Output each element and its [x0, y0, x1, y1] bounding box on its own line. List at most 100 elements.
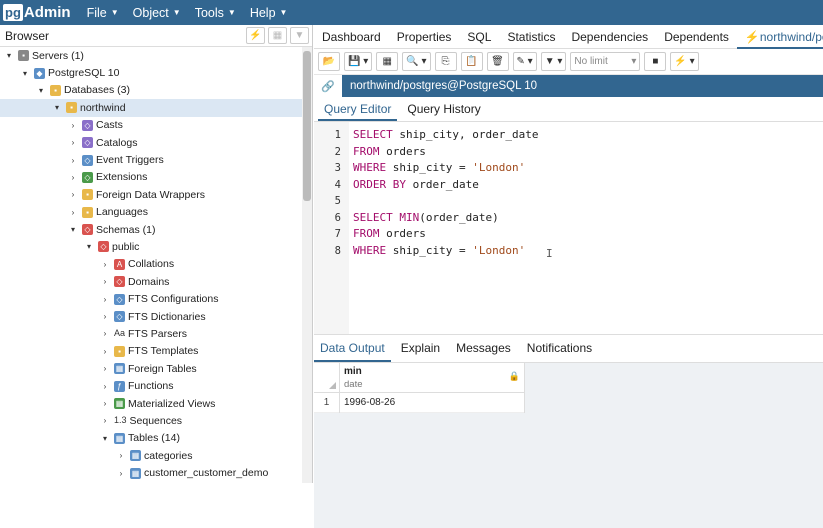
tree-item[interactable]: › ▦ categories: [0, 447, 312, 464]
chevron-right-icon[interactable]: ›: [100, 347, 110, 356]
execute-button[interactable]: ⚡ ▾: [670, 52, 699, 71]
find-button[interactable]: 🔍 ▾: [402, 52, 431, 71]
tree-item[interactable]: › ▦ Materialized Views: [0, 395, 312, 412]
chevron-right-icon[interactable]: ›: [68, 173, 78, 182]
cell-value[interactable]: 1996-08-26: [340, 397, 395, 408]
save-file-button[interactable]: 💾 ▾: [344, 52, 373, 71]
tree-item[interactable]: › ◇ Extensions: [0, 169, 312, 186]
tree-item[interactable]: › ◇ FTS Dictionaries: [0, 308, 312, 325]
tree-item[interactable]: › ◇ Casts: [0, 117, 312, 134]
chevron-right-icon[interactable]: ›: [100, 399, 110, 408]
chevron-right-icon[interactable]: ›: [100, 382, 110, 391]
chevron-down-icon[interactable]: ▾: [20, 69, 30, 78]
chevron-down-icon[interactable]: ▾: [84, 242, 94, 251]
chevron-right-icon[interactable]: ›: [68, 190, 78, 199]
code-line[interactable]: WHERE ship_city = 'London': [353, 160, 538, 177]
filter-rows-button[interactable]: ▼ ▾: [540, 52, 567, 71]
chevron-right-icon[interactable]: ›: [116, 469, 126, 478]
tree-item[interactable]: › ◇ Domains: [0, 273, 312, 290]
tree-item[interactable]: › ƒ Functions: [0, 377, 312, 394]
tab-dependents[interactable]: Dependents: [656, 25, 737, 49]
tab-sql[interactable]: SQL: [459, 25, 499, 49]
menu-file[interactable]: File ▼: [87, 6, 119, 20]
code-line[interactable]: ORDER BY order_date: [353, 177, 538, 194]
chevron-right-icon[interactable]: ›: [100, 312, 110, 321]
filter-button[interactable]: ▼: [290, 27, 309, 44]
query-tool-button[interactable]: ⚡: [246, 27, 265, 44]
chevron-right-icon[interactable]: ›: [100, 416, 110, 425]
chevron-down-icon[interactable]: ▾: [100, 434, 110, 443]
code-line[interactable]: [353, 193, 538, 210]
chevron-down-icon[interactable]: ▾: [52, 103, 62, 112]
sql-editor[interactable]: 12345678 SELECT ship_city, order_date FRO…: [314, 122, 823, 335]
menu-help[interactable]: Help ▼: [250, 6, 288, 20]
tree-item[interactable]: ▾ ◆ PostgreSQL 10: [0, 64, 312, 81]
tab-query-editor[interactable]: Query Editor: [318, 97, 398, 121]
browser-scrollbar[interactable]: [302, 47, 312, 483]
tree-item[interactable]: ▾ ▪ Databases (3): [0, 82, 312, 99]
tree-item[interactable]: › ▦ customer_customer_demo: [0, 464, 312, 481]
chevron-right-icon[interactable]: ›: [116, 451, 126, 460]
tab-data-output[interactable]: Data Output: [314, 335, 391, 362]
limit-select[interactable]: No limit ▾: [570, 52, 641, 71]
chevron-right-icon[interactable]: ›: [100, 329, 110, 338]
code-line[interactable]: FROM orders: [353, 144, 538, 161]
tree-item[interactable]: › ◇ Catalogs: [0, 134, 312, 151]
paste-button[interactable]: 📋: [460, 52, 483, 71]
stop-button[interactable]: ■: [644, 52, 667, 71]
pgadmin-logo[interactable]: pg Admin: [3, 0, 71, 25]
tree-item[interactable]: › Aa FTS Parsers: [0, 325, 312, 342]
tree-item[interactable]: › A Collations: [0, 256, 312, 273]
tab-dependencies[interactable]: Dependencies: [563, 25, 656, 49]
chevron-right-icon[interactable]: ›: [68, 208, 78, 217]
tree-item[interactable]: ▾ ◇ Schemas (1): [0, 221, 312, 238]
tab-statistics[interactable]: Statistics: [499, 25, 563, 49]
copy-button[interactable]: ⎘: [434, 52, 457, 71]
edit-button[interactable]: ✎ ▾: [512, 52, 537, 71]
code-line[interactable]: FROM orders: [353, 226, 538, 243]
select-all-cell[interactable]: [314, 363, 340, 392]
chevron-down-icon[interactable]: ▾: [36, 86, 46, 95]
view-data-button[interactable]: ▦: [268, 27, 287, 44]
tree-item[interactable]: › ▪ Foreign Data Wrappers: [0, 186, 312, 203]
tab-explain[interactable]: Explain: [395, 335, 446, 362]
tab-query-tool[interactable]: ⚡northwind/postgr: [736, 25, 823, 49]
menu-object[interactable]: Object ▼: [133, 6, 181, 20]
tree-item[interactable]: ▾ ◇ public: [0, 238, 312, 255]
tree-item[interactable]: › ▦ Foreign Tables: [0, 360, 312, 377]
delete-button[interactable]: 🗑: [486, 52, 509, 71]
tab-messages[interactable]: Messages: [450, 335, 517, 362]
tree-item[interactable]: › ◇ FTS Configurations: [0, 290, 312, 307]
chevron-right-icon[interactable]: ›: [68, 156, 78, 165]
tab-query-history[interactable]: Query History: [401, 97, 486, 121]
tree-item[interactable]: ▾ ▪ northwind: [0, 99, 312, 117]
table-row[interactable]: 1 1996-08-26: [314, 392, 524, 413]
chevron-right-icon[interactable]: ›: [100, 277, 110, 286]
grid-button[interactable]: ▦: [376, 52, 399, 71]
open-file-button[interactable]: 📂: [318, 52, 340, 71]
chevron-right-icon[interactable]: ›: [100, 260, 110, 269]
code-line[interactable]: SELECT MIN(order_date): [353, 210, 538, 227]
scrollbar-thumb[interactable]: [303, 51, 311, 201]
chevron-right-icon[interactable]: ›: [68, 121, 78, 130]
tab-properties[interactable]: Properties: [389, 25, 460, 49]
column-header[interactable]: min date 🔒: [340, 363, 524, 392]
tab-notifications[interactable]: Notifications: [521, 335, 598, 362]
tree-item[interactable]: › ▪ FTS Templates: [0, 343, 312, 360]
chevron-down-icon[interactable]: ▾: [68, 225, 78, 234]
tree-item[interactable]: › ▪ Languages: [0, 204, 312, 221]
menu-tools[interactable]: Tools ▼: [195, 6, 236, 20]
sql-code[interactable]: SELECT ship_city, order_date FROM orders W…: [349, 122, 538, 334]
chevron-right-icon[interactable]: ›: [100, 295, 110, 304]
chevron-right-icon[interactable]: ›: [100, 364, 110, 373]
tab-dashboard[interactable]: Dashboard: [314, 25, 389, 49]
code-line[interactable]: SELECT ship_city, order_date: [353, 127, 538, 144]
tree-item[interactable]: ▾ ▪ Servers (1): [0, 47, 312, 64]
code-line[interactable]: WHERE ship_city = 'London': [353, 243, 538, 260]
tree-item[interactable]: ▾ ▦ Tables (14): [0, 430, 312, 447]
link-icon[interactable]: 🔗: [314, 75, 342, 97]
tree-item[interactable]: › 1.3 Sequences: [0, 412, 312, 429]
chevron-down-icon[interactable]: ▾: [4, 51, 14, 60]
tree-item[interactable]: › ◇ Event Triggers: [0, 151, 312, 168]
chevron-right-icon[interactable]: ›: [68, 138, 78, 147]
